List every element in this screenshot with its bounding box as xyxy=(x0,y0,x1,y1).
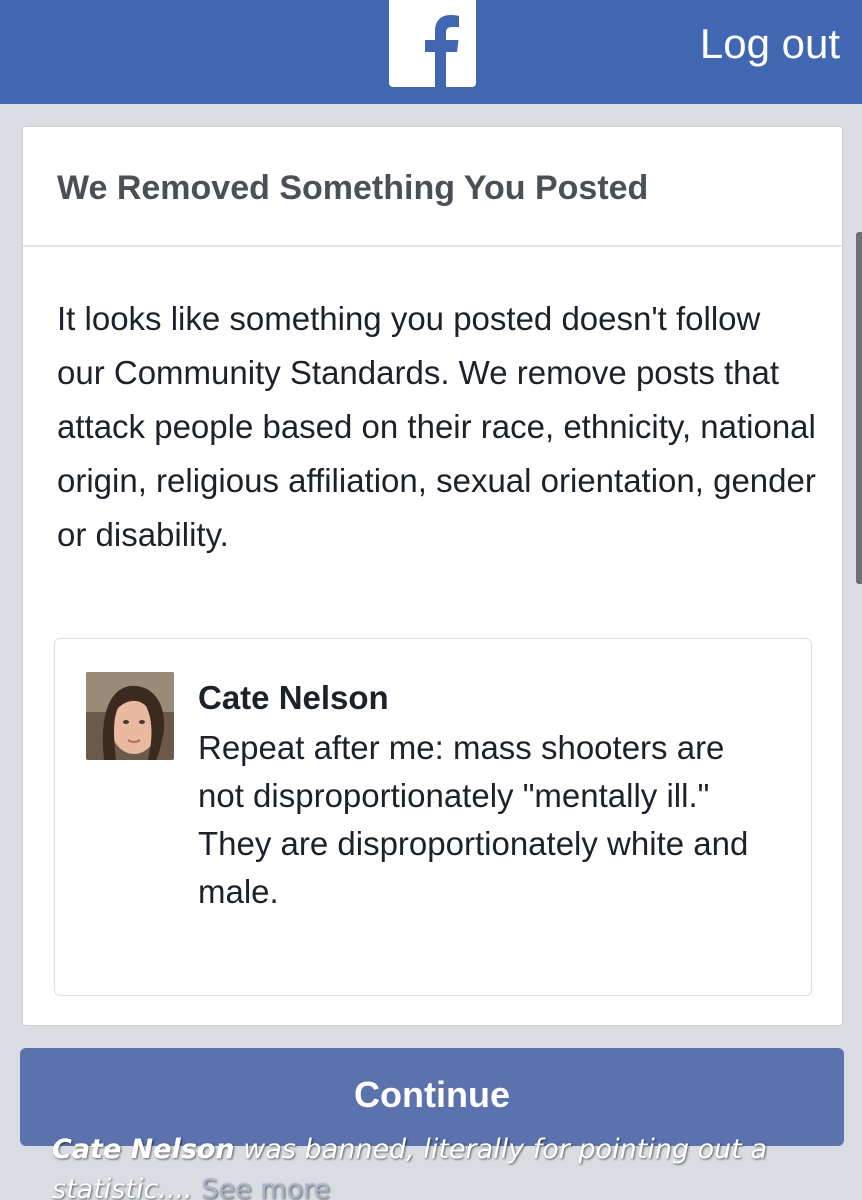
share-caption: Cate Nelson was banned, literally for po… xyxy=(52,1130,812,1200)
notice-title: We Removed Something You Posted xyxy=(57,169,649,207)
logout-link[interactable]: Log out xyxy=(700,20,840,68)
post-text: Repeat after me: mass shooters are not d… xyxy=(198,729,749,910)
see-more-link[interactable]: See more xyxy=(193,1174,330,1200)
notice-message: It looks like something you posted doesn… xyxy=(57,300,816,553)
facebook-logo-icon[interactable] xyxy=(389,0,476,87)
profile-photo-icon xyxy=(86,672,174,760)
post-author[interactable]: Cate Nelson xyxy=(198,679,389,717)
removed-post: Cate Nelson Repeat after me: mass shoote… xyxy=(54,638,812,996)
removal-notice-card: We Removed Something You Posted It looks… xyxy=(22,126,843,1026)
scrollbar[interactable] xyxy=(856,232,862,584)
card-header: We Removed Something You Posted xyxy=(23,127,842,247)
top-bar: Log out xyxy=(0,0,862,104)
continue-label: Continue xyxy=(354,1074,510,1115)
caption-name[interactable]: Cate Nelson xyxy=(52,1134,235,1165)
